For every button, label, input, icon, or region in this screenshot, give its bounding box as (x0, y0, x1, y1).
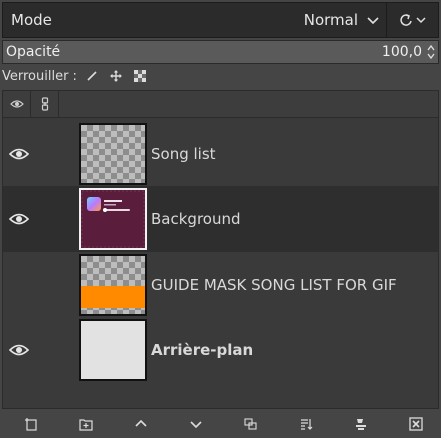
layer-name: Song list (151, 145, 216, 163)
layer-row-guide-mask[interactable]: GUIDE MASK SONG LIST FOR GIF (3, 252, 438, 318)
orange-band (81, 286, 145, 308)
layers-panel: Mode Normal Opacité 100,0 Verrouiller: … (0, 0, 441, 438)
layer-name: Background (151, 210, 241, 228)
eye-icon[interactable] (8, 339, 30, 361)
layer-thumbnail (79, 254, 147, 316)
visibility-column-header[interactable] (3, 91, 31, 117)
lock-alpha-icon[interactable] (133, 69, 147, 83)
spin-arrows-icon (427, 44, 435, 60)
lock-label: Verrouiller : (2, 68, 77, 84)
layer-name: Arrière-plan (151, 341, 254, 359)
opacity-label: Opacité (6, 44, 61, 60)
new-layer-group-icon[interactable] (75, 413, 97, 435)
layers-list-header (2, 90, 439, 118)
eye-icon (9, 100, 24, 108)
lock-position-icon[interactable] (109, 69, 123, 83)
opacity-spinner[interactable] (426, 41, 436, 63)
mode-switch-button[interactable] (387, 2, 439, 38)
chain-icon (41, 97, 48, 111)
layer-thumbnail (79, 319, 147, 381)
mode-label: Mode (11, 11, 52, 29)
eye-icon[interactable] (8, 208, 30, 230)
mode-combo[interactable]: Mode Normal (2, 2, 387, 38)
anchor-merge-icon[interactable] (295, 413, 317, 435)
layer-thumbnail (79, 123, 147, 185)
layer-row-background[interactable]: Background (3, 186, 438, 252)
mode-row: Mode Normal (2, 2, 439, 38)
opacity-slider[interactable]: Opacité 100,0 (2, 40, 439, 64)
eye-icon[interactable] (8, 143, 30, 165)
layer-name: GUIDE MASK SONG LIST FOR GIF (151, 276, 397, 294)
lower-layer-icon[interactable] (185, 413, 207, 435)
layer-mask-icon[interactable] (350, 413, 372, 435)
raise-layer-icon[interactable] (130, 413, 152, 435)
lock-pixels-icon[interactable] (85, 69, 99, 83)
chain-column-header[interactable] (31, 91, 59, 117)
duplicate-layer-icon[interactable] (240, 413, 262, 435)
background-preview-image (81, 190, 145, 248)
chevron-down-icon (367, 17, 379, 25)
lock-row: Verrouiller : (2, 66, 157, 86)
layer-thumbnail (79, 188, 147, 250)
opacity-value[interactable]: 100,0 (382, 44, 422, 60)
layers-toolbar (2, 408, 439, 438)
mode-dropdown[interactable]: Normal (304, 3, 386, 37)
layers-list: Song list Background GUIDE MASK SONG LIS… (2, 118, 439, 408)
delete-layer-icon[interactable] (405, 413, 427, 435)
new-layer-icon[interactable] (20, 413, 42, 435)
mode-switch-icon (399, 14, 426, 26)
layer-row-song-list[interactable]: Song list (3, 121, 438, 187)
mode-value: Normal (303, 11, 358, 29)
layer-row-arriere-plan[interactable]: Arrière-plan (3, 317, 438, 383)
